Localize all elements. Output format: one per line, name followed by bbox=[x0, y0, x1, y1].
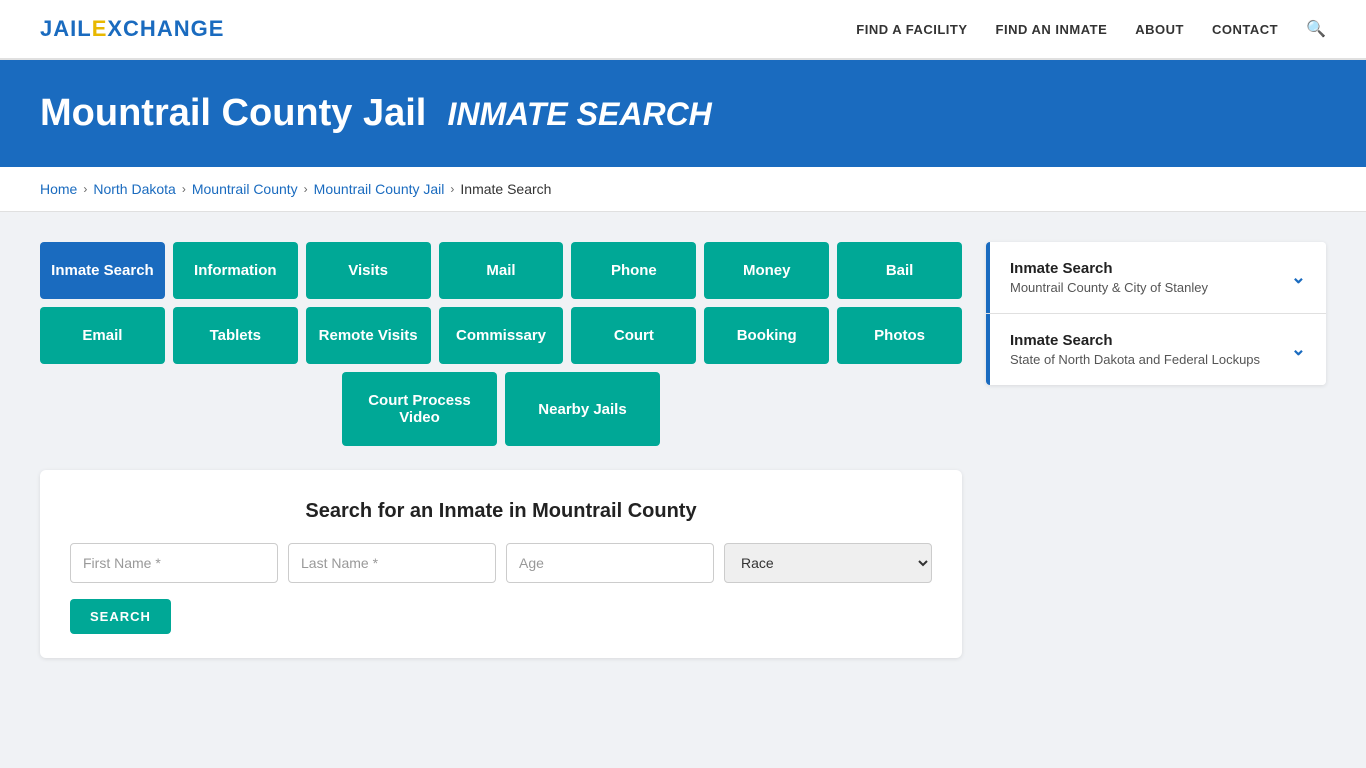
main-content: Inmate Search Information Visits Mail Ph… bbox=[0, 212, 1366, 688]
page-title-main: Mountrail County Jail bbox=[40, 92, 426, 134]
sidebar-item-2-title: Inmate Search bbox=[1010, 332, 1260, 349]
sidebar-item-2-subtitle: State of North Dakota and Federal Lockup… bbox=[1010, 352, 1260, 367]
btn-nearby-jails[interactable]: Nearby Jails bbox=[505, 372, 660, 446]
btn-visits[interactable]: Visits bbox=[306, 242, 431, 299]
breadcrumb-county[interactable]: Mountrail County bbox=[192, 181, 298, 197]
breadcrumb-sep-2: › bbox=[182, 182, 186, 196]
category-nav: Inmate Search Information Visits Mail Ph… bbox=[40, 242, 962, 446]
logo-xchange: XCHANGE bbox=[107, 16, 224, 41]
btn-money[interactable]: Money bbox=[704, 242, 829, 299]
hero-banner: Mountrail County Jail INMATE SEARCH bbox=[0, 60, 1366, 167]
site-header: JAILEXCHANGE FIND A FACILITY FIND AN INM… bbox=[0, 0, 1366, 60]
sidebar-item-2[interactable]: Inmate Search State of North Dakota and … bbox=[986, 314, 1326, 385]
btn-booking[interactable]: Booking bbox=[704, 307, 829, 364]
last-name-input[interactable] bbox=[288, 543, 496, 583]
sidebar-item-1[interactable]: Inmate Search Mountrail County & City of… bbox=[986, 242, 1326, 313]
breadcrumb-sep-4: › bbox=[450, 182, 454, 196]
breadcrumb-sep-1: › bbox=[83, 182, 87, 196]
btn-email[interactable]: Email bbox=[40, 307, 165, 364]
age-input[interactable] bbox=[506, 543, 714, 583]
nav-find-facility[interactable]: FIND A FACILITY bbox=[856, 22, 967, 37]
btn-court-process-video[interactable]: Court Process Video bbox=[342, 372, 497, 446]
main-nav: FIND A FACILITY FIND AN INMATE ABOUT CON… bbox=[856, 19, 1326, 39]
btn-court[interactable]: Court bbox=[571, 307, 696, 364]
breadcrumb-home[interactable]: Home bbox=[40, 181, 77, 197]
breadcrumb: Home › North Dakota › Mountrail County ›… bbox=[0, 167, 1366, 212]
nav-row-3: Court Process Video Nearby Jails bbox=[40, 372, 962, 446]
breadcrumb-sep-3: › bbox=[304, 182, 308, 196]
site-logo[interactable]: JAILEXCHANGE bbox=[40, 16, 224, 42]
left-column: Inmate Search Information Visits Mail Ph… bbox=[40, 242, 962, 658]
breadcrumb-nd[interactable]: North Dakota bbox=[93, 181, 175, 197]
first-name-input[interactable] bbox=[70, 543, 278, 583]
chevron-down-icon-2: ⌄ bbox=[1291, 339, 1306, 360]
sidebar-card-1: Inmate Search Mountrail County & City of… bbox=[986, 242, 1326, 385]
sidebar-item-2-text: Inmate Search State of North Dakota and … bbox=[1010, 332, 1260, 367]
inmate-search-panel: Search for an Inmate in Mountrail County… bbox=[40, 470, 962, 658]
sidebar-item-1-subtitle: Mountrail County & City of Stanley bbox=[1010, 280, 1208, 295]
sidebar-item-1-text: Inmate Search Mountrail County & City of… bbox=[1010, 260, 1208, 295]
right-sidebar: Inmate Search Mountrail County & City of… bbox=[986, 242, 1326, 393]
btn-remote-visits[interactable]: Remote Visits bbox=[306, 307, 431, 364]
breadcrumb-jail[interactable]: Mountrail County Jail bbox=[314, 181, 445, 197]
search-panel-title: Search for an Inmate in Mountrail County bbox=[70, 500, 932, 523]
page-title-italic: INMATE SEARCH bbox=[447, 96, 711, 132]
sidebar-item-1-title: Inmate Search bbox=[1010, 260, 1208, 277]
nav-about[interactable]: ABOUT bbox=[1135, 22, 1184, 37]
search-icon[interactable]: 🔍 bbox=[1306, 19, 1326, 39]
btn-photos[interactable]: Photos bbox=[837, 307, 962, 364]
logo-jail: JAIL bbox=[40, 16, 92, 41]
chevron-down-icon-1: ⌄ bbox=[1291, 267, 1306, 288]
logo-x: E bbox=[92, 16, 108, 41]
btn-information[interactable]: Information bbox=[173, 242, 298, 299]
btn-inmate-search[interactable]: Inmate Search bbox=[40, 242, 165, 299]
nav-find-inmate[interactable]: FIND AN INMATE bbox=[996, 22, 1108, 37]
race-select[interactable]: Race White Black Hispanic Asian Native A… bbox=[724, 543, 932, 583]
btn-mail[interactable]: Mail bbox=[439, 242, 564, 299]
search-button[interactable]: SEARCH bbox=[70, 599, 171, 634]
breadcrumb-current: Inmate Search bbox=[460, 181, 551, 197]
page-title: Mountrail County Jail INMATE SEARCH bbox=[40, 92, 1326, 135]
nav-contact[interactable]: CONTACT bbox=[1212, 22, 1278, 37]
btn-commissary[interactable]: Commissary bbox=[439, 307, 564, 364]
btn-phone[interactable]: Phone bbox=[571, 242, 696, 299]
btn-bail[interactable]: Bail bbox=[837, 242, 962, 299]
search-fields: Race White Black Hispanic Asian Native A… bbox=[70, 543, 932, 583]
nav-row-1: Inmate Search Information Visits Mail Ph… bbox=[40, 242, 962, 299]
btn-tablets[interactable]: Tablets bbox=[173, 307, 298, 364]
nav-row-2: Email Tablets Remote Visits Commissary C… bbox=[40, 307, 962, 364]
